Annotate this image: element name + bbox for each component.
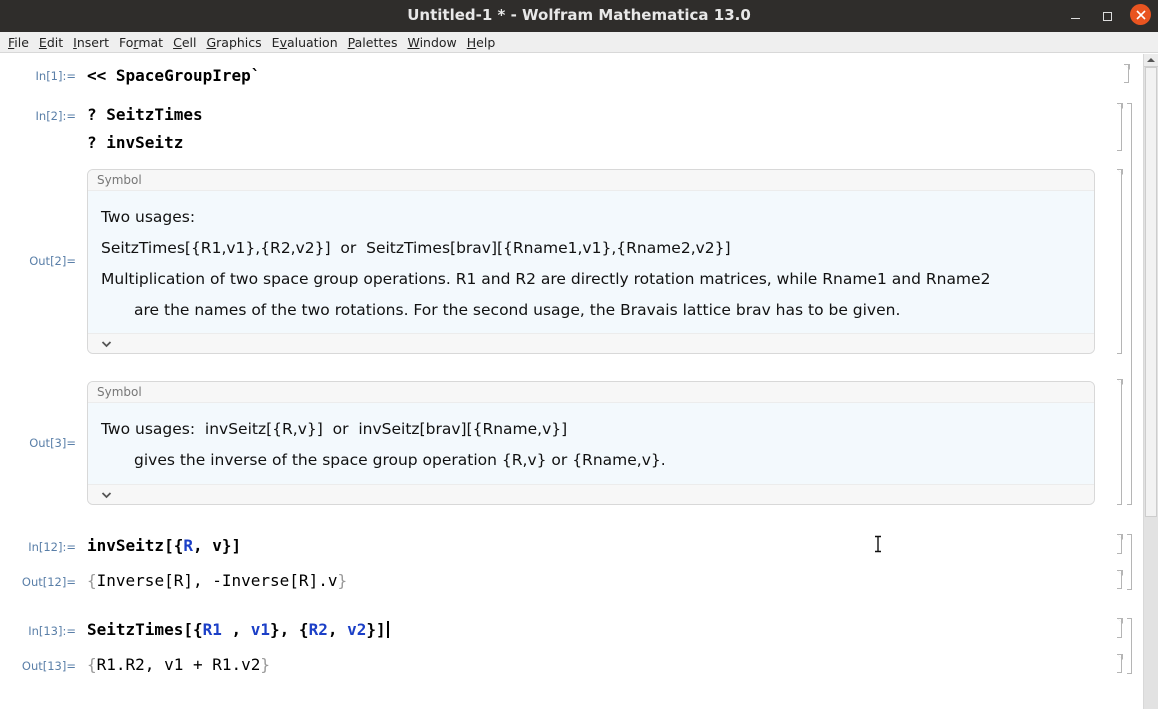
scroll-thumb[interactable]: [1145, 67, 1157, 517]
function-name: SeitzTimes: [87, 620, 184, 639]
title-bar: Untitled-1 * - Wolfram Mathematica 13.0: [0, 0, 1158, 32]
symbol-info-box-seitztimes: Symbol Two usages: SeitzTimes[{R1,v1},{R…: [87, 169, 1095, 354]
cell-label-in12: In[12]:=: [28, 540, 76, 554]
cell-label-out3: Out[3]=: [29, 436, 76, 450]
symbol-arg: R2: [308, 620, 328, 639]
cell-bracket-in2[interactable]: [1116, 102, 1123, 151]
close-button[interactable]: [1130, 4, 1151, 25]
output-cell-out13[interactable]: {R1.R2, v1 + R1.v2}: [87, 655, 270, 674]
input-cell-in2-line1[interactable]: ? SeitzTimes: [87, 105, 203, 124]
bracket-text: }]: [366, 620, 386, 639]
brace-text: }: [260, 655, 271, 674]
usage-line: Multiplication of two space group operat…: [101, 270, 991, 288]
symbol-arg: v: [212, 536, 222, 555]
menu-palettes[interactable]: Palettes: [343, 35, 403, 50]
cell-bracket-out12[interactable]: [1116, 569, 1123, 589]
bracket-text: }]: [221, 536, 242, 555]
input-cell-in2-line2[interactable]: ? invSeitz: [87, 133, 183, 152]
output-cell-out12[interactable]: {Inverse[R], -Inverse[R].v}: [87, 571, 347, 590]
separator-text: ,: [221, 620, 251, 639]
cell-bracket-out3[interactable]: [1116, 378, 1123, 505]
cell-bracket-in12[interactable]: [1116, 533, 1123, 554]
separator-text: ,: [192, 536, 213, 555]
minimize-icon: [1070, 17, 1080, 20]
menu-insert[interactable]: Insert: [68, 35, 114, 50]
symbol-box-header: Symbol: [88, 382, 1094, 403]
menu-graphics[interactable]: Graphics: [201, 35, 266, 50]
expand-details-button[interactable]: [88, 333, 1094, 353]
menu-window[interactable]: Window: [402, 35, 461, 50]
cell-bracket-out2[interactable]: [1116, 168, 1123, 354]
usage-line: gives the inverse of the space group ope…: [134, 451, 666, 469]
scroll-up-button[interactable]: [1144, 54, 1158, 67]
menu-format[interactable]: Format: [114, 35, 168, 50]
usage-line: are the names of the two rotations. For …: [134, 301, 901, 319]
bracket-text: [{: [183, 620, 203, 639]
usage-line: Two usages: invSeitz[{R,v}] or invSeitz[…: [101, 420, 568, 438]
minimize-button[interactable]: [1064, 5, 1086, 27]
cell-label-out12: Out[12]=: [21, 575, 76, 589]
menu-evaluation[interactable]: Evaluation: [267, 35, 343, 50]
cell-label-out2: Out[2]=: [29, 254, 76, 268]
menu-edit[interactable]: Edit: [34, 35, 68, 50]
usage-line: SeitzTimes[{R1,v1},{R2,v2}] or SeitzTime…: [101, 239, 731, 257]
cell-bracket-in13[interactable]: [1116, 617, 1123, 638]
cell-label-out13: Out[13]=: [21, 659, 76, 673]
menu-help[interactable]: Help: [462, 35, 501, 50]
vertical-scrollbar[interactable]: [1143, 54, 1158, 709]
notebook[interactable]: In[1]:= << SpaceGroupIrep` In[2]:= ? Sei…: [0, 54, 1143, 709]
symbol-arg: R: [183, 536, 193, 555]
menu-file[interactable]: File: [3, 35, 34, 50]
bracket-text: }, {: [270, 620, 309, 639]
group-bracket-in2[interactable]: [1127, 103, 1132, 505]
output-expression: R1.R2, v1 + R1.v2: [96, 655, 261, 674]
separator-text: ,: [327, 620, 348, 639]
menu-cell[interactable]: Cell: [168, 35, 201, 50]
group-bracket-in12[interactable]: [1127, 534, 1132, 590]
brace-text: {: [87, 571, 97, 590]
input-cell-in13[interactable]: SeitzTimes[{R1 , v1}, {R2, v2}]: [87, 620, 389, 639]
bracket-text: [{: [164, 536, 184, 555]
window-title: Untitled-1 * - Wolfram Mathematica 13.0: [407, 6, 751, 24]
output-expression: Inverse[R], -Inverse[R].v: [96, 571, 338, 590]
close-icon: [1135, 9, 1146, 20]
symbol-box-body: Two usages: SeitzTimes[{R1,v1},{R2,v2}] …: [88, 191, 1094, 333]
symbol-arg: v1: [250, 620, 271, 639]
symbol-arg: v2: [347, 620, 367, 639]
cell-label-in2: In[2]:=: [35, 109, 76, 123]
usage-line: Two usages:: [101, 208, 196, 226]
symbol-box-header: Symbol: [88, 170, 1094, 191]
arrow-up-icon: [1147, 58, 1155, 62]
cell-label-in13: In[13]:=: [28, 624, 76, 638]
brace-text: }: [337, 571, 348, 590]
chevron-down-icon: [101, 491, 112, 498]
cell-bracket-in1[interactable]: [1123, 63, 1130, 83]
menu-bar: File Edit Insert Format Cell Graphics Evaluati…: [0, 32, 1158, 53]
maximize-button[interactable]: [1096, 5, 1118, 27]
expand-details-button[interactable]: [88, 484, 1094, 504]
chevron-down-icon: [101, 340, 112, 347]
maximize-icon: [1102, 11, 1112, 21]
cell-label-in1: In[1]:=: [35, 69, 76, 83]
cell-bracket-out13[interactable]: [1116, 653, 1123, 673]
brace-text: {: [87, 655, 97, 674]
text-cursor: [386, 621, 389, 638]
group-bracket-in13[interactable]: [1127, 618, 1132, 674]
input-cell-in12[interactable]: invSeitz[{R, v}]: [87, 536, 241, 555]
function-name: invSeitz: [87, 536, 165, 555]
ibeam-cursor-icon: [875, 535, 881, 553]
input-cell-in1[interactable]: << SpaceGroupIrep`: [87, 66, 260, 85]
symbol-arg: R1: [202, 620, 222, 639]
symbol-info-box-invseitz: Symbol Two usages: invSeitz[{R,v}] or in…: [87, 381, 1095, 505]
symbol-box-body: Two usages: invSeitz[{R,v}] or invSeitz[…: [88, 403, 1094, 484]
